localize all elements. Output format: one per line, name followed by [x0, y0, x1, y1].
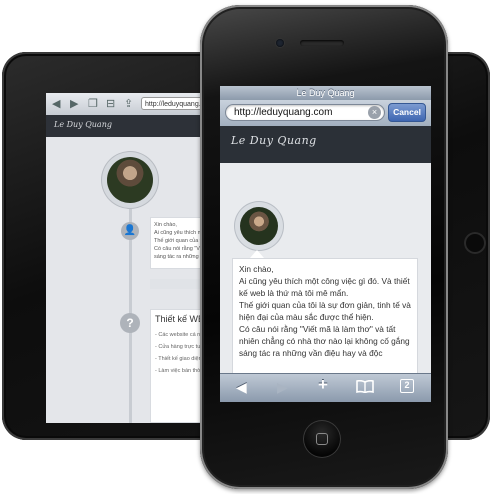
intro-line: Thế giới quan của tôi là sự đơn giản, ti…	[239, 300, 411, 322]
user-icon: 👤	[121, 222, 139, 240]
question-icon: ?	[120, 313, 140, 333]
site-logo[interactable]: Le Duy Quang	[231, 134, 317, 147]
speaker-grille	[300, 40, 344, 46]
card-pointer	[250, 250, 264, 258]
back-arrow-icon[interactable]: ◀	[236, 380, 247, 394]
iphone-screen: Le Duy Quang http://leduyquang.com × Can…	[220, 86, 431, 402]
bookmarks-icon[interactable]	[356, 379, 374, 396]
ipad-site-logo[interactable]: Le Duy Quang	[54, 120, 112, 129]
intro-line: Có câu nói rằng "Viết mã là làm thơ" và …	[239, 324, 410, 358]
share-icon[interactable]: ⇪	[124, 97, 133, 110]
avatar	[240, 207, 278, 245]
forward-arrow-icon[interactable]: ▶	[277, 380, 288, 394]
clear-icon[interactable]: ×	[368, 106, 381, 119]
pages-icon[interactable]: ❐	[88, 97, 98, 110]
ipad-home-button[interactable]	[464, 232, 486, 254]
intro-line: Ai cũng yêu thích một công việc gì đó. V…	[239, 276, 410, 298]
page-title: Le Duy Quang	[220, 86, 431, 100]
intro-card: Xin chào, Ai cũng yêu thích một công việ…	[232, 258, 418, 378]
pages-icon[interactable]: 2	[400, 379, 414, 393]
home-square-icon	[316, 433, 328, 445]
intro-line: Xin chào,	[239, 264, 274, 274]
ipad-page-content: 👤 Xin chào, Ai cũng yêu thích một c Thế …	[46, 137, 226, 423]
front-camera-icon	[276, 39, 284, 47]
back-icon[interactable]: ◀	[52, 97, 60, 110]
ipad-avatar	[107, 157, 153, 203]
bookmarks-icon[interactable]: ⊟	[106, 97, 115, 110]
url-input[interactable]: http://leduyquang.com	[225, 104, 385, 121]
cancel-button[interactable]: Cancel	[388, 103, 426, 122]
forward-icon[interactable]: ▶	[70, 97, 78, 110]
add-bookmark-icon[interactable]: +	[318, 376, 328, 393]
